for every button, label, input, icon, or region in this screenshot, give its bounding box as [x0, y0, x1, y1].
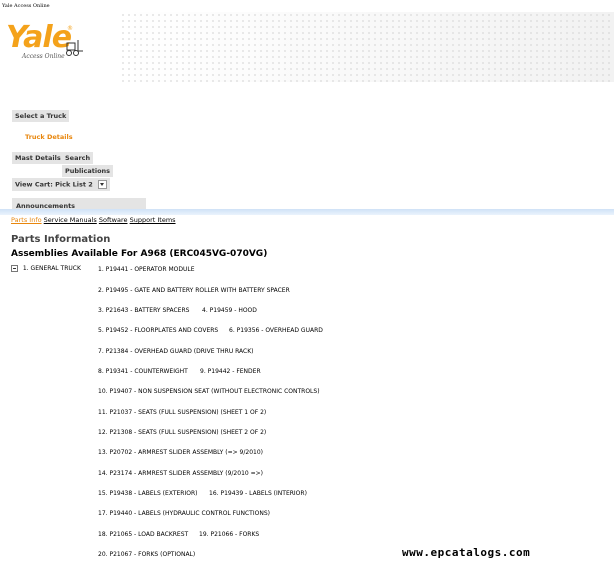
- assembly-link[interactable]: 10. P19407 - NON SUSPENSION SEAT (WITHOU…: [98, 388, 320, 395]
- tree-group-label: 1. GENERAL TRUCK: [22, 265, 81, 272]
- tree-group[interactable]: 1. GENERAL TRUCK: [11, 265, 81, 272]
- assembly-link[interactable]: 7. P21384 - OVERHEAD GUARD (DRIVE THRU R…: [98, 348, 254, 355]
- assemblies-heading: Assemblies Available For A968 (ERC045VG-…: [11, 249, 268, 259]
- assembly-link[interactable]: 18. P21065 - LOAD BACKREST: [98, 531, 188, 538]
- window-title: Yale Access Online: [2, 3, 50, 9]
- assembly-link[interactable]: 5. P19452 - FLOORPLATES AND COVERS: [98, 327, 218, 334]
- nav-mast-details[interactable]: Mast Details: [12, 152, 64, 164]
- view-cart-label: View Cart: Pick List 2: [15, 180, 93, 189]
- watermark-text: www.epcatalogs.com: [402, 546, 531, 559]
- assembly-link[interactable]: 9. P19442 - FENDER: [200, 368, 261, 375]
- nav-select-truck[interactable]: Select a Truck: [12, 110, 70, 122]
- nav-publications[interactable]: Publications: [62, 165, 114, 177]
- assembly-link[interactable]: 2. P19495 - GATE AND BATTERY ROLLER WITH…: [98, 287, 290, 294]
- link-parts-info[interactable]: Parts Info: [11, 216, 42, 224]
- assembly-link[interactable]: 6. P19356 - OVERHEAD GUARD: [229, 327, 323, 334]
- banner-pattern: [120, 12, 614, 82]
- assembly-link[interactable]: 20. P21067 - FORKS (OPTIONAL): [98, 551, 195, 558]
- assembly-link[interactable]: 13. P20702 - ARMREST SLIDER ASSEMBLY (=>…: [98, 449, 263, 456]
- nav-search[interactable]: Search: [62, 152, 94, 164]
- assembly-link[interactable]: 12. P21308 - SEATS (FULL SUSPENSION) (SH…: [98, 429, 266, 436]
- link-support-items[interactable]: Support Items: [130, 216, 176, 224]
- assembly-link[interactable]: 11. P21037 - SEATS (FULL SUSPENSION) (SH…: [98, 409, 266, 416]
- assembly-link[interactable]: 1. P19441 - OPERATOR MODULE: [98, 266, 195, 273]
- nav-truck-details[interactable]: Truck Details: [22, 131, 76, 143]
- assembly-link[interactable]: 3. P21643 - BATTERY SPACERS: [98, 307, 189, 314]
- assembly-link[interactable]: 4. P19459 - HOOD: [202, 307, 257, 314]
- info-links: Parts Info Service Manuals Software Supp…: [11, 216, 176, 224]
- forklift-icon: [66, 40, 83, 56]
- nav-view-cart[interactable]: View Cart: Pick List 2: [12, 178, 110, 191]
- link-service-manuals[interactable]: Service Manuals: [44, 216, 97, 224]
- collapse-icon[interactable]: [11, 265, 18, 272]
- yale-logo: Yale: [6, 20, 72, 55]
- cart-dropdown-icon[interactable]: [97, 180, 107, 189]
- assembly-link[interactable]: 19. P21066 - FORKS: [199, 531, 259, 538]
- assembly-link[interactable]: 17. P19440 - LABELS (HYDRAULIC CONTROL F…: [98, 510, 270, 517]
- link-software[interactable]: Software: [99, 216, 128, 224]
- assembly-link[interactable]: 14. P23174 - ARMREST SLIDER ASSEMBLY (9/…: [98, 470, 263, 477]
- logo-tagline: Access Online: [22, 53, 65, 60]
- assembly-link[interactable]: 16. P19439 - LABELS (INTERIOR): [209, 490, 307, 497]
- page-title: Parts Information: [11, 234, 111, 245]
- section-divider: [0, 209, 614, 215]
- assembly-link[interactable]: 15. P19438 - LABELS (EXTERIOR): [98, 490, 197, 497]
- assembly-link[interactable]: 8. P19341 - COUNTERWEIGHT: [98, 368, 188, 375]
- registered-mark: ®: [67, 25, 73, 32]
- header-banner: Yale ® Access Online: [0, 12, 614, 82]
